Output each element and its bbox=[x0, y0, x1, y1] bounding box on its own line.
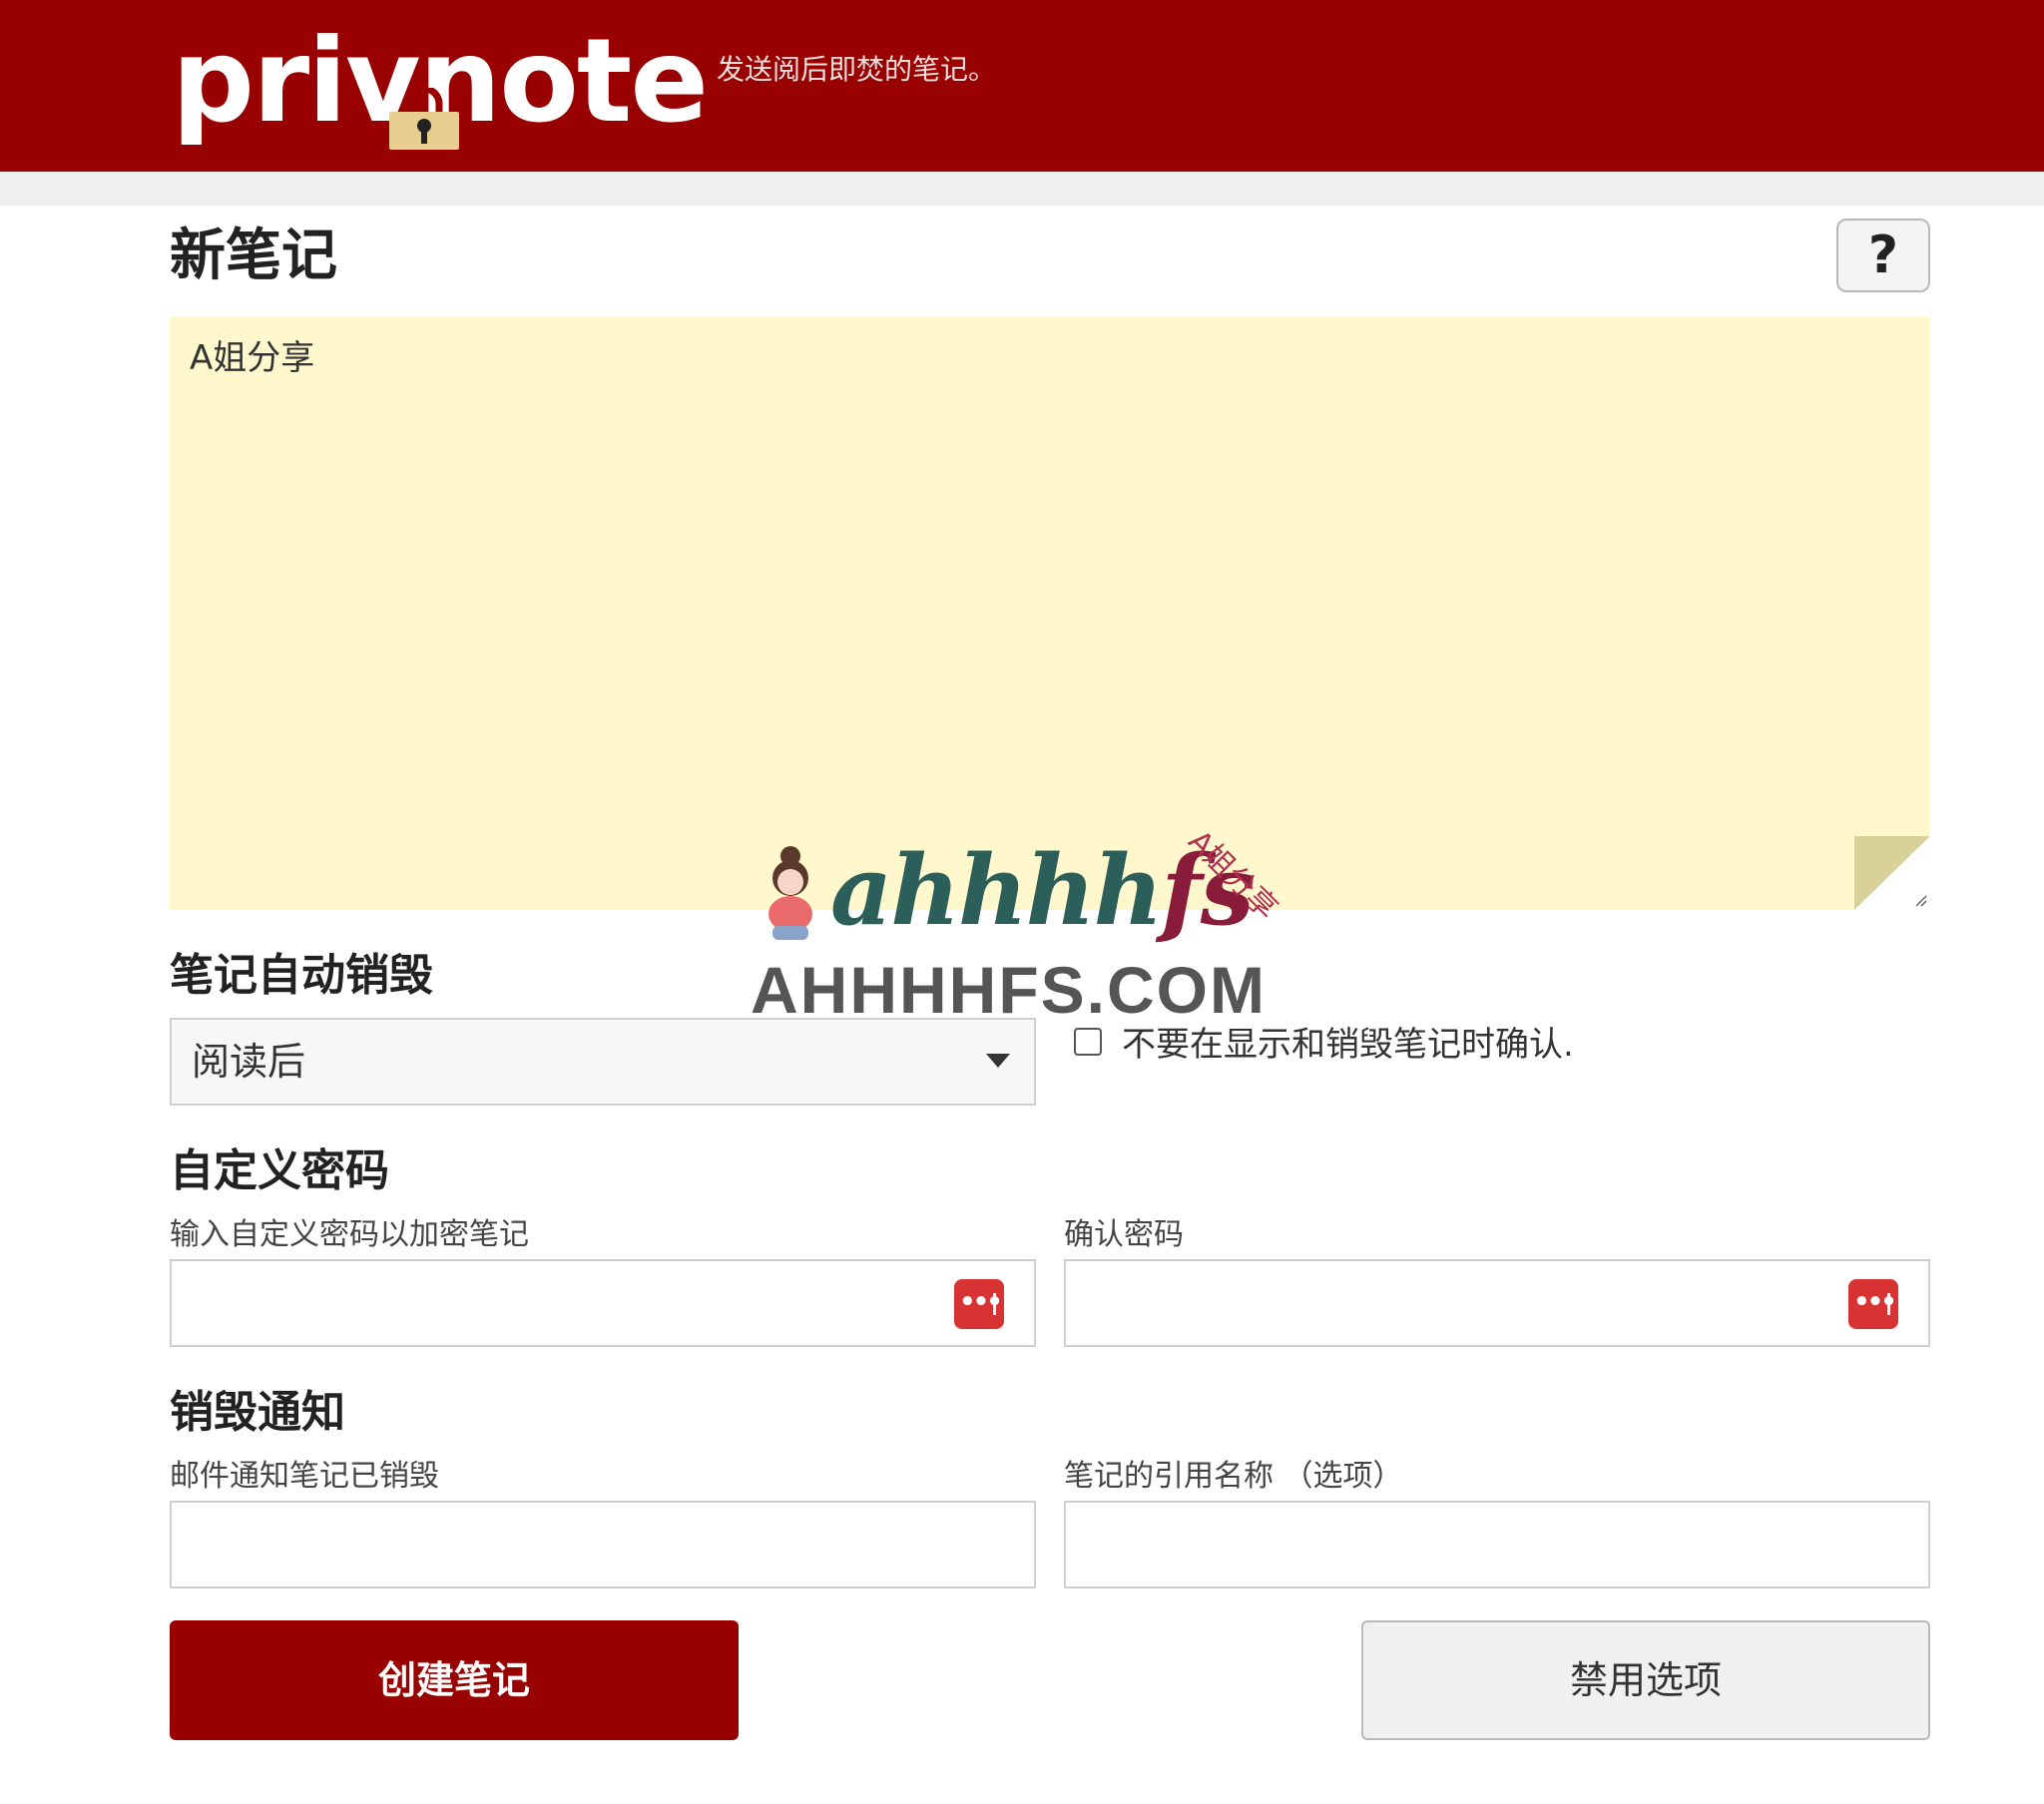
header: privnote 发送阅后即焚的笔记。 bbox=[0, 0, 2044, 172]
create-note-button[interactable]: 创建笔记 bbox=[170, 1620, 739, 1740]
reference-name-input[interactable] bbox=[1066, 1503, 1928, 1586]
password-manager-icon[interactable]: ••• bbox=[954, 1279, 1004, 1329]
cursor-bar bbox=[993, 1293, 996, 1315]
self-destruct-select[interactable]: 阅读后 bbox=[170, 1018, 1036, 1106]
password-field[interactable]: ••• bbox=[170, 1259, 1036, 1347]
padlock-icon bbox=[389, 88, 459, 150]
password-input[interactable] bbox=[172, 1261, 1034, 1345]
note-content[interactable]: A姐分享 bbox=[190, 333, 314, 383]
header-divider bbox=[0, 172, 2044, 206]
email-input[interactable] bbox=[172, 1503, 1034, 1586]
resize-grip-icon[interactable] bbox=[1912, 892, 1928, 908]
privnote-logo[interactable]: privnote bbox=[172, 12, 709, 152]
password-manager-icon[interactable]: ••• bbox=[1848, 1279, 1898, 1329]
tagline: 发送阅后即焚的笔记。 bbox=[717, 53, 997, 86]
select-value: 阅读后 bbox=[192, 1040, 306, 1084]
confirm-password-label: 确认密码 bbox=[1064, 1217, 1184, 1252]
confirm-checkbox[interactable] bbox=[1074, 1028, 1102, 1056]
email-field[interactable] bbox=[170, 1501, 1036, 1588]
reference-name-field[interactable] bbox=[1064, 1501, 1930, 1588]
disable-options-button[interactable]: 禁用选项 bbox=[1361, 1620, 1930, 1740]
self-destruct-title: 笔记自动销毁 bbox=[170, 950, 433, 1001]
note-textarea[interactable]: A姐分享 bbox=[170, 317, 1930, 910]
password-label: 输入自定义密码以加密笔记 bbox=[170, 1217, 529, 1252]
destroy-notification-title: 销毁通知 bbox=[170, 1387, 345, 1438]
help-button[interactable]: ? bbox=[1836, 219, 1930, 292]
confirm-checkbox-label[interactable]: 不要在显示和销毁笔记时确认. bbox=[1122, 1020, 1574, 1070]
confirm-password-input[interactable] bbox=[1066, 1261, 1928, 1345]
new-note-title: 新笔记 bbox=[170, 224, 337, 288]
reference-name-label: 笔记的引用名称 （选项） bbox=[1064, 1459, 1403, 1494]
confirm-password-field[interactable]: ••• bbox=[1064, 1259, 1930, 1347]
caret-down-icon bbox=[986, 1054, 1010, 1068]
watermark-domain: AHHHHFS.COM bbox=[751, 953, 1267, 1027]
email-label: 邮件通知笔记已销毁 bbox=[170, 1459, 439, 1494]
custom-password-title: 自定义密码 bbox=[170, 1145, 389, 1196]
cursor-bar bbox=[1887, 1293, 1890, 1315]
